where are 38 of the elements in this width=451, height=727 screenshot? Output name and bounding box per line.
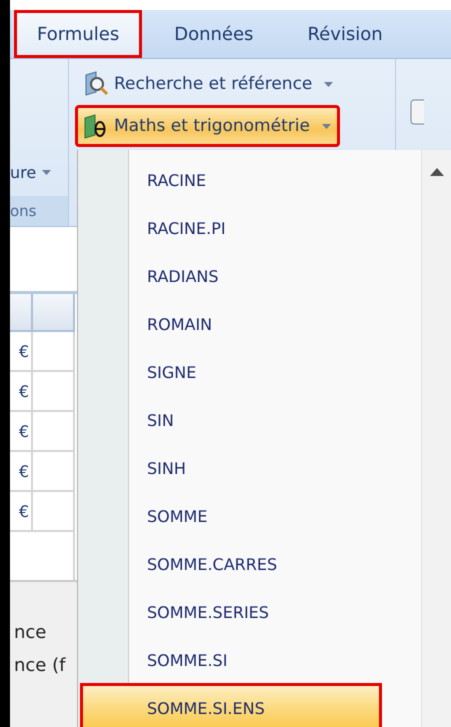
table-cell: €	[10, 412, 33, 452]
caret-icon	[322, 124, 331, 128]
menu-item[interactable]: RACINE	[81, 156, 418, 204]
ribbon-tab[interactable]: Formules	[14, 10, 142, 58]
menu-item[interactable]: SOMME.SI.ENS	[81, 684, 381, 727]
scroll-up-icon[interactable]	[430, 168, 444, 176]
table-cell	[33, 492, 75, 532]
ribbon-dropdown[interactable]: Maths et trigonométrie	[77, 107, 338, 145]
menu-item[interactable]: RADIANS	[81, 252, 418, 300]
menu-item[interactable]: SIGNE	[81, 348, 418, 396]
menu-item[interactable]: SOMME.SERIES	[81, 588, 418, 636]
table-cell: €	[10, 452, 33, 492]
panel-text: nce (f	[13, 655, 66, 676]
table-cell	[33, 332, 75, 372]
menu-item[interactable]: ROMAIN	[81, 300, 418, 348]
menu-item[interactable]: SOMME.CARRES	[81, 540, 418, 588]
menu-item[interactable]: RACINE.PI	[81, 204, 418, 252]
ribbon-tab[interactable]: Révision	[285, 10, 405, 58]
menu-item[interactable]: SOMME.SI	[81, 636, 418, 684]
ribbon-dropdown[interactable]: ure	[10, 163, 68, 182]
table-cell: €	[10, 372, 33, 412]
ribbon-tab[interactable]: Données	[152, 10, 276, 58]
menu-item[interactable]: SINH	[81, 444, 418, 492]
table-cell	[33, 412, 75, 452]
caret-icon	[324, 82, 334, 86]
caret-icon	[42, 170, 52, 175]
table-cell	[33, 372, 75, 412]
menu-item[interactable]: SIN	[81, 396, 418, 444]
menu-item[interactable]: SOMME	[81, 492, 418, 540]
panel-text: nce	[13, 622, 46, 643]
table-cell	[33, 452, 75, 492]
table-cell: €	[10, 492, 33, 532]
table-cell: €	[10, 332, 33, 372]
book-theta-icon	[84, 113, 108, 139]
book-magnifier-icon	[84, 71, 108, 97]
ribbon-dropdown[interactable]: Recherche et référence	[77, 65, 340, 103]
group-label: ons	[10, 196, 68, 226]
calculator-icon	[410, 99, 424, 125]
